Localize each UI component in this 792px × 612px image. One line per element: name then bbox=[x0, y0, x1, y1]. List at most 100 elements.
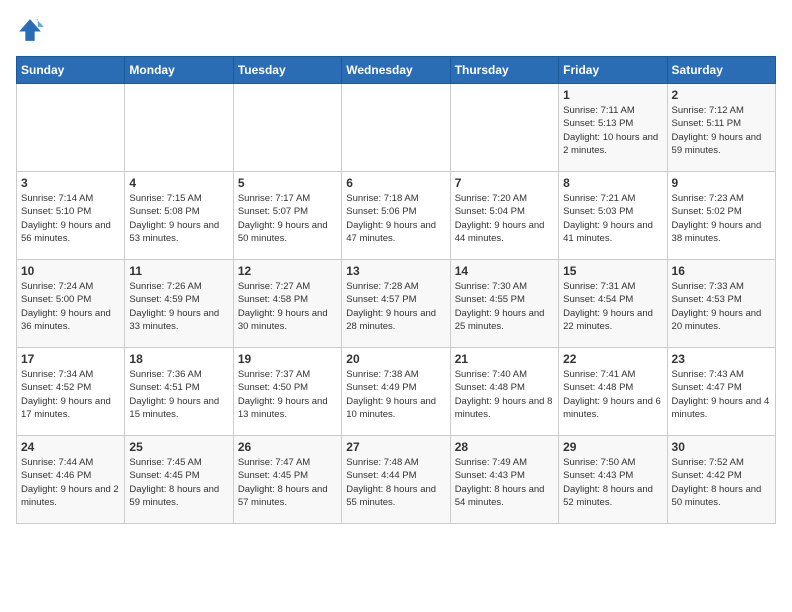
day-info: Sunrise: 7:40 AM Sunset: 4:48 PM Dayligh… bbox=[455, 368, 554, 421]
day-number: 14 bbox=[455, 264, 554, 278]
day-number: 3 bbox=[21, 176, 120, 190]
day-number: 12 bbox=[238, 264, 337, 278]
calendar-cell: 25 Sunrise: 7:45 AM Sunset: 4:45 PM Dayli… bbox=[125, 436, 233, 524]
day-info: Sunrise: 7:33 AM Sunset: 4:53 PM Dayligh… bbox=[672, 280, 771, 333]
weekday-header: Friday bbox=[559, 57, 667, 84]
day-info: Sunrise: 7:11 AM Sunset: 5:13 PM Dayligh… bbox=[563, 104, 662, 157]
day-number: 25 bbox=[129, 440, 228, 454]
day-number: 16 bbox=[672, 264, 771, 278]
calendar-cell: 15Sunrise: 7:31 AM Sunset: 4:54 PM Dayli… bbox=[559, 260, 667, 348]
calendar-cell: 10 Sunrise: 7:24 AM Sunset: 5:00 PM Dayli… bbox=[17, 260, 125, 348]
day-number: 5 bbox=[238, 176, 337, 190]
calendar-cell: 5 Sunrise: 7:17 AM Sunset: 5:07 PM Daylig… bbox=[233, 172, 341, 260]
day-number: 17 bbox=[21, 352, 120, 366]
weekday-header: Monday bbox=[125, 57, 233, 84]
day-number: 23 bbox=[672, 352, 771, 366]
calendar-cell: 24 Sunrise: 7:44 AM Sunset: 4:46 PM Dayli… bbox=[17, 436, 125, 524]
calendar-cell: 16 Sunrise: 7:33 AM Sunset: 4:53 PM Dayli… bbox=[667, 260, 775, 348]
day-number: 13 bbox=[346, 264, 445, 278]
day-number: 7 bbox=[455, 176, 554, 190]
calendar-cell bbox=[450, 84, 558, 172]
day-info: Sunrise: 7:48 AM Sunset: 4:44 PM Dayligh… bbox=[346, 456, 445, 509]
day-number: 1 bbox=[563, 88, 662, 102]
day-info: Sunrise: 7:49 AM Sunset: 4:43 PM Dayligh… bbox=[455, 456, 554, 509]
calendar-cell: 28 Sunrise: 7:49 AM Sunset: 4:43 PM Dayli… bbox=[450, 436, 558, 524]
day-number: 19 bbox=[238, 352, 337, 366]
calendar-cell: 17 Sunrise: 7:34 AM Sunset: 4:52 PM Dayli… bbox=[17, 348, 125, 436]
day-number: 24 bbox=[21, 440, 120, 454]
calendar-cell: 1 Sunrise: 7:11 AM Sunset: 5:13 PM Daylig… bbox=[559, 84, 667, 172]
day-number: 20 bbox=[346, 352, 445, 366]
calendar-cell: 3 Sunrise: 7:14 AM Sunset: 5:10 PM Daylig… bbox=[17, 172, 125, 260]
calendar-cell bbox=[342, 84, 450, 172]
calendar-cell: 27Sunrise: 7:48 AM Sunset: 4:44 PM Dayli… bbox=[342, 436, 450, 524]
calendar-cell: 23 Sunrise: 7:43 AM Sunset: 4:47 PM Dayli… bbox=[667, 348, 775, 436]
weekday-header: Thursday bbox=[450, 57, 558, 84]
calendar-table: SundayMondayTuesdayWednesdayThursdayFrid… bbox=[16, 56, 776, 524]
day-info: Sunrise: 7:15 AM Sunset: 5:08 PM Dayligh… bbox=[129, 192, 228, 245]
calendar-cell: 21 Sunrise: 7:40 AM Sunset: 4:48 PM Dayli… bbox=[450, 348, 558, 436]
logo bbox=[16, 16, 48, 44]
calendar-cell: 19 Sunrise: 7:37 AM Sunset: 4:50 PM Dayli… bbox=[233, 348, 341, 436]
day-number: 8 bbox=[563, 176, 662, 190]
day-info: Sunrise: 7:52 AM Sunset: 4:42 PM Dayligh… bbox=[672, 456, 771, 509]
day-number: 10 bbox=[21, 264, 120, 278]
day-number: 11 bbox=[129, 264, 228, 278]
calendar-header-row: SundayMondayTuesdayWednesdayThursdayFrid… bbox=[17, 57, 776, 84]
calendar-week-row: 24 Sunrise: 7:44 AM Sunset: 4:46 PM Dayli… bbox=[17, 436, 776, 524]
day-info: Sunrise: 7:45 AM Sunset: 4:45 PM Dayligh… bbox=[129, 456, 228, 509]
calendar-cell bbox=[233, 84, 341, 172]
day-number: 29 bbox=[563, 440, 662, 454]
calendar-cell: 29 Sunrise: 7:50 AM Sunset: 4:43 PM Dayli… bbox=[559, 436, 667, 524]
calendar-cell: 9 Sunrise: 7:23 AM Sunset: 5:02 PM Daylig… bbox=[667, 172, 775, 260]
day-info: Sunrise: 7:21 AM Sunset: 5:03 PM Dayligh… bbox=[563, 192, 662, 245]
day-info: Sunrise: 7:30 AM Sunset: 4:55 PM Dayligh… bbox=[455, 280, 554, 333]
day-info: Sunrise: 7:34 AM Sunset: 4:52 PM Dayligh… bbox=[21, 368, 120, 421]
weekday-header: Sunday bbox=[17, 57, 125, 84]
day-info: Sunrise: 7:44 AM Sunset: 4:46 PM Dayligh… bbox=[21, 456, 120, 509]
day-info: Sunrise: 7:37 AM Sunset: 4:50 PM Dayligh… bbox=[238, 368, 337, 421]
day-number: 26 bbox=[238, 440, 337, 454]
calendar-cell: 13Sunrise: 7:28 AM Sunset: 4:57 PM Dayli… bbox=[342, 260, 450, 348]
logo-icon bbox=[16, 16, 44, 44]
day-number: 28 bbox=[455, 440, 554, 454]
day-number: 9 bbox=[672, 176, 771, 190]
day-info: Sunrise: 7:26 AM Sunset: 4:59 PM Dayligh… bbox=[129, 280, 228, 333]
calendar-cell: 8 Sunrise: 7:21 AM Sunset: 5:03 PM Daylig… bbox=[559, 172, 667, 260]
calendar-week-row: 10 Sunrise: 7:24 AM Sunset: 5:00 PM Dayli… bbox=[17, 260, 776, 348]
calendar-week-row: 1 Sunrise: 7:11 AM Sunset: 5:13 PM Daylig… bbox=[17, 84, 776, 172]
calendar-cell: 18Sunrise: 7:36 AM Sunset: 4:51 PM Dayli… bbox=[125, 348, 233, 436]
day-number: 6 bbox=[346, 176, 445, 190]
day-info: Sunrise: 7:20 AM Sunset: 5:04 PM Dayligh… bbox=[455, 192, 554, 245]
calendar-cell: 22Sunrise: 7:41 AM Sunset: 4:48 PM Dayli… bbox=[559, 348, 667, 436]
day-number: 22 bbox=[563, 352, 662, 366]
day-number: 4 bbox=[129, 176, 228, 190]
calendar-cell bbox=[125, 84, 233, 172]
day-info: Sunrise: 7:17 AM Sunset: 5:07 PM Dayligh… bbox=[238, 192, 337, 245]
day-info: Sunrise: 7:38 AM Sunset: 4:49 PM Dayligh… bbox=[346, 368, 445, 421]
day-info: Sunrise: 7:24 AM Sunset: 5:00 PM Dayligh… bbox=[21, 280, 120, 333]
day-info: Sunrise: 7:50 AM Sunset: 4:43 PM Dayligh… bbox=[563, 456, 662, 509]
page-header bbox=[16, 16, 776, 44]
weekday-header: Tuesday bbox=[233, 57, 341, 84]
day-number: 21 bbox=[455, 352, 554, 366]
calendar-cell: 6 Sunrise: 7:18 AM Sunset: 5:06 PM Daylig… bbox=[342, 172, 450, 260]
day-info: Sunrise: 7:27 AM Sunset: 4:58 PM Dayligh… bbox=[238, 280, 337, 333]
weekday-header: Wednesday bbox=[342, 57, 450, 84]
day-info: Sunrise: 7:36 AM Sunset: 4:51 PM Dayligh… bbox=[129, 368, 228, 421]
calendar-cell: 11 Sunrise: 7:26 AM Sunset: 4:59 PM Dayli… bbox=[125, 260, 233, 348]
day-number: 2 bbox=[672, 88, 771, 102]
calendar-cell: 2 Sunrise: 7:12 AM Sunset: 5:11 PM Daylig… bbox=[667, 84, 775, 172]
calendar-cell: 26Sunrise: 7:47 AM Sunset: 4:45 PM Dayli… bbox=[233, 436, 341, 524]
day-info: Sunrise: 7:31 AM Sunset: 4:54 PM Dayligh… bbox=[563, 280, 662, 333]
day-info: Sunrise: 7:14 AM Sunset: 5:10 PM Dayligh… bbox=[21, 192, 120, 245]
calendar-cell: 30 Sunrise: 7:52 AM Sunset: 4:42 PM Dayli… bbox=[667, 436, 775, 524]
day-info: Sunrise: 7:23 AM Sunset: 5:02 PM Dayligh… bbox=[672, 192, 771, 245]
day-number: 30 bbox=[672, 440, 771, 454]
weekday-header: Saturday bbox=[667, 57, 775, 84]
calendar-cell: 14 Sunrise: 7:30 AM Sunset: 4:55 PM Dayli… bbox=[450, 260, 558, 348]
day-info: Sunrise: 7:43 AM Sunset: 4:47 PM Dayligh… bbox=[672, 368, 771, 421]
calendar-week-row: 3 Sunrise: 7:14 AM Sunset: 5:10 PM Daylig… bbox=[17, 172, 776, 260]
day-info: Sunrise: 7:18 AM Sunset: 5:06 PM Dayligh… bbox=[346, 192, 445, 245]
day-info: Sunrise: 7:12 AM Sunset: 5:11 PM Dayligh… bbox=[672, 104, 771, 157]
